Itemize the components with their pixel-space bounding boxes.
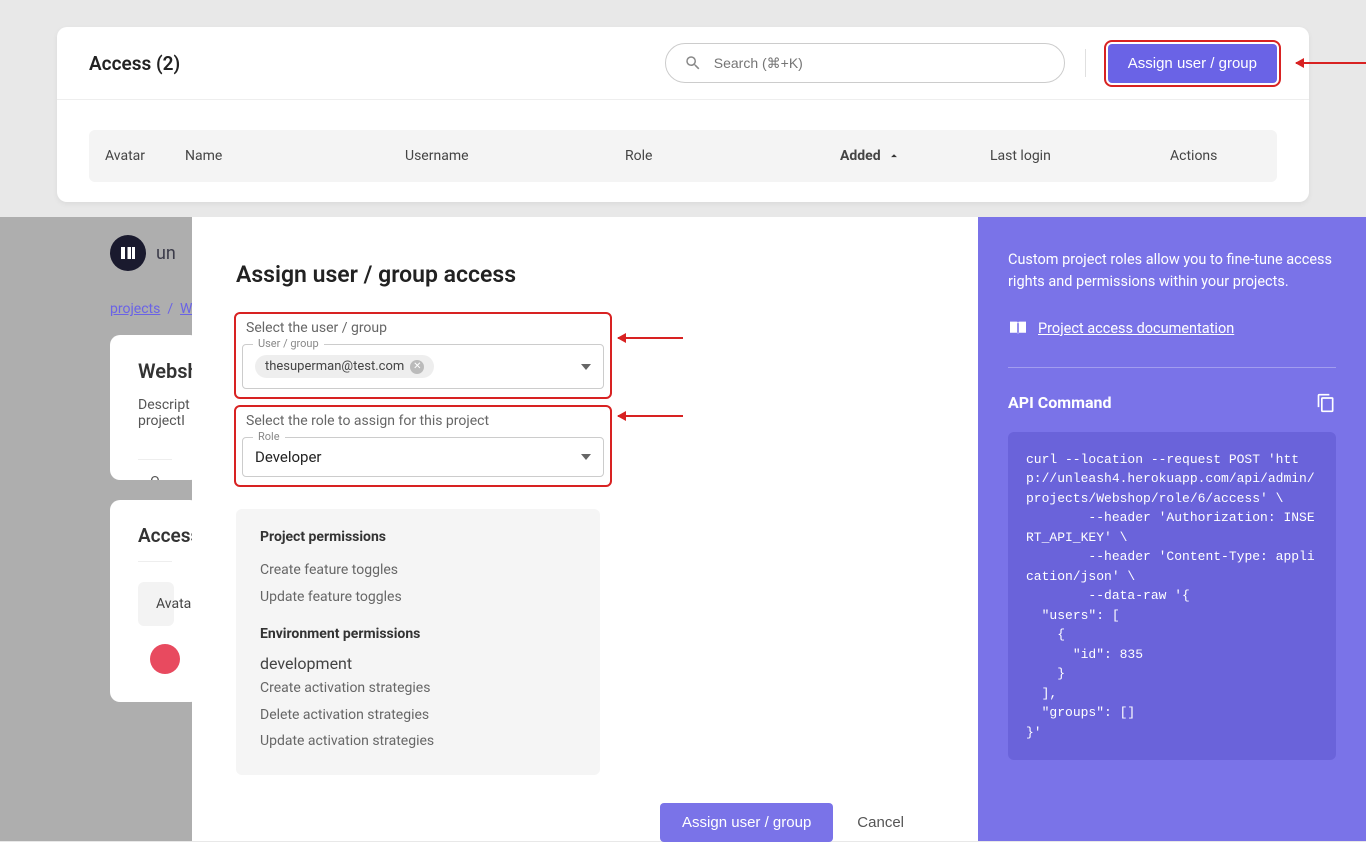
role-field[interactable]: Role Developer (242, 437, 604, 477)
user-chip[interactable]: thesuperman@test.com ✕ (255, 355, 434, 378)
bg-card-desc1: Descript (138, 397, 172, 413)
col-name[interactable]: Name (185, 148, 405, 164)
col-role[interactable]: Role (625, 148, 840, 164)
search-input[interactable] (714, 55, 1046, 71)
col-lastlogin[interactable]: Last login (990, 148, 1170, 164)
assign-submit-button[interactable]: Assign user / group (660, 803, 833, 842)
annotation-arrow (1296, 62, 1366, 64)
perm-item: Create activation strategies (260, 675, 576, 702)
chevron-down-icon[interactable] (581, 364, 591, 370)
user-group-section: Select the user / group User / group the… (236, 314, 610, 397)
bg-card-other: O (138, 459, 172, 480)
assign-access-modal: Assign user / group access Select the us… (192, 217, 1366, 841)
crumb-w[interactable]: W (180, 301, 192, 317)
modal-sidebar: Custom project roles allow you to fine-t… (978, 217, 1366, 841)
col-actions[interactable]: Actions (1170, 148, 1250, 164)
helper-text: Custom project roles allow you to fine-t… (1008, 249, 1336, 294)
col-added[interactable]: Added (840, 148, 990, 164)
access-header: Access (2) Assign user / group (57, 27, 1309, 100)
env-perm-list: Create activation strategies Delete acti… (260, 675, 576, 755)
user-chip-label: thesuperman@test.com (265, 359, 404, 374)
access-card: Access (2) Assign user / group Avatar Na… (57, 27, 1309, 202)
logo-text: un (156, 243, 176, 264)
project-perm-title: Project permissions (260, 529, 576, 545)
project-perm-list: Create feature toggles Update feature to… (260, 557, 576, 610)
assign-user-group-button[interactable]: Assign user / group (1108, 44, 1277, 83)
doc-link[interactable]: Project access documentation (1038, 320, 1234, 337)
bg-avatar-col: Avata (138, 582, 174, 626)
close-icon[interactable]: ✕ (410, 360, 424, 374)
modal-title: Assign user / group access (236, 261, 934, 288)
user-group-label: Select the user / group (246, 320, 604, 336)
search-icon (684, 54, 702, 72)
search-box[interactable] (665, 43, 1065, 83)
annotation-arrow (618, 337, 683, 339)
api-title: API Command (1008, 393, 1111, 412)
env-name: development (260, 654, 576, 673)
perm-item: Update activation strategies (260, 728, 576, 755)
bg-access-card: Access Avata (110, 500, 200, 702)
chevron-up-icon (887, 149, 901, 163)
user-group-field[interactable]: User / group thesuperman@test.com ✕ (242, 344, 604, 389)
col-added-label: Added (840, 148, 881, 164)
annotation-arrow (618, 415, 683, 417)
avatar (150, 644, 180, 674)
env-perm-title: Environment permissions (260, 626, 576, 642)
role-label: Select the role to assign for this proje… (246, 413, 604, 429)
modal-actions: Assign user / group Cancel (236, 775, 934, 842)
api-command-header: API Command (1008, 367, 1336, 414)
permissions-card: Project permissions Create feature toggl… (236, 509, 600, 775)
bg-card-desc2: projectI (138, 413, 172, 429)
modal-main: Assign user / group access Select the us… (192, 217, 978, 841)
logo-icon (110, 235, 146, 271)
bg-card-title: Websh (138, 359, 172, 383)
role-section: Select the role to assign for this proje… (236, 407, 610, 485)
perm-item: Delete activation strategies (260, 702, 576, 729)
role-float-label: Role (253, 430, 285, 443)
perm-item: Update feature toggles (260, 584, 576, 611)
cancel-button[interactable]: Cancel (857, 814, 904, 831)
table-header: Avatar Name Username Role Added Last log… (89, 130, 1277, 182)
doc-link-row: Project access documentation (1008, 320, 1336, 337)
col-username[interactable]: Username (405, 148, 625, 164)
book-icon (1008, 320, 1028, 336)
bg-project-card: Websh Descript projectI O (110, 335, 200, 480)
crumb-projects[interactable]: projects (110, 301, 160, 317)
copy-icon[interactable] (1316, 392, 1336, 414)
api-code-block[interactable]: curl --location --request POST 'http://u… (1008, 432, 1336, 761)
perm-item: Create feature toggles (260, 557, 576, 584)
page-title: Access (2) (89, 52, 665, 75)
bg-access-title: Access (138, 524, 172, 562)
role-value: Developer (255, 448, 322, 466)
chevron-down-icon[interactable] (581, 454, 591, 460)
col-avatar[interactable]: Avatar (105, 148, 185, 164)
user-group-float-label: User / group (253, 337, 324, 350)
divider (1085, 49, 1086, 77)
